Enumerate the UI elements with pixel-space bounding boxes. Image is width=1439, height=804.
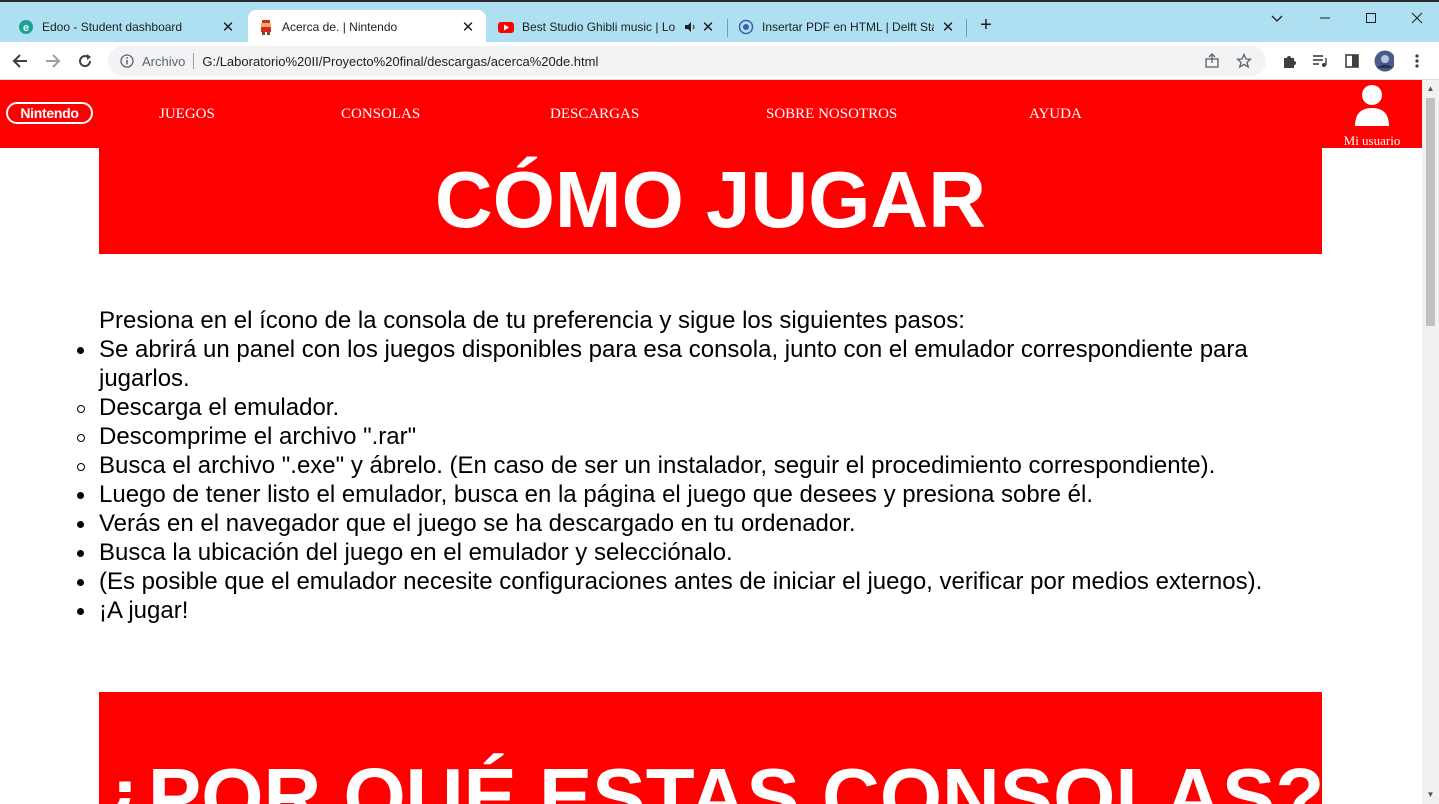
list-item: Descomprime el archivo ".rar"	[77, 422, 1322, 451]
list-item: ¡A jugar!	[77, 596, 1322, 625]
nav-link-consolas[interactable]: CONSOLAS	[341, 106, 420, 123]
edoo-icon: e	[18, 19, 34, 35]
youtube-icon	[498, 19, 514, 35]
nintendo-logo[interactable]: Nintendo	[6, 102, 93, 124]
tab-strip: e Edoo - Student dashboard ✕ Acerca de. …	[0, 0, 1439, 44]
profile-avatar[interactable]	[1374, 50, 1394, 72]
nav-link-ayuda[interactable]: AYUDA	[1029, 106, 1082, 123]
extensions-icon[interactable]	[1279, 51, 1299, 71]
close-icon[interactable]: ✕	[220, 19, 236, 36]
close-icon[interactable]: ✕	[940, 19, 956, 36]
how-to-play-banner: CÓMO JUGAR	[99, 148, 1322, 254]
site-navbar: Nintendo JUEGOS CONSOLAS DESCARGAS SOBRE…	[0, 80, 1422, 148]
list-item: Luego de tener listo el emulador, busca …	[77, 480, 1322, 509]
instructions: Presiona en el ícono de la consola de tu…	[77, 306, 1322, 625]
new-tab-button[interactable]: +	[974, 14, 998, 38]
tab-nintendo[interactable]: Acerca de. | Nintendo ✕	[248, 10, 486, 44]
steps-list: Se abrirá un panel con los juegos dispon…	[77, 335, 1322, 625]
tab-edoo[interactable]: e Edoo - Student dashboard ✕	[8, 10, 246, 44]
close-icon[interactable]: ✕	[460, 19, 476, 36]
tab-title: Insertar PDF en HTML | Delft Stac	[762, 20, 934, 34]
browser-toolbar: Archivo G:/Laboratorio%20II/Proyecto%20f…	[0, 42, 1439, 80]
menu-icon[interactable]	[1407, 51, 1427, 71]
delft-icon	[738, 19, 754, 35]
close-icon[interactable]: ✕	[700, 19, 716, 36]
why-consoles-banner: ¿POR QUÉ ESTAS CONSOLAS?	[99, 692, 1322, 804]
tab-title: Acerca de. | Nintendo	[282, 20, 398, 34]
share-icon[interactable]	[1202, 51, 1222, 71]
tab-title: Best Studio Ghibli music | Lo	[522, 20, 676, 34]
forward-button[interactable]	[42, 50, 64, 72]
tab-search-icon[interactable]	[1262, 8, 1292, 28]
address-bar[interactable]: Archivo G:/Laboratorio%20II/Proyecto%20f…	[108, 46, 1266, 76]
file-label: Archivo	[142, 53, 186, 69]
list-item: Verás en el navegador que el juego se ha…	[77, 509, 1322, 538]
nav-link-juegos[interactable]: JUEGOS	[159, 106, 215, 123]
list-item: Descarga el emulador.	[77, 393, 1322, 422]
user-label: Mi usuario	[1343, 133, 1401, 148]
reload-button[interactable]	[74, 50, 96, 72]
url-text[interactable]: G:/Laboratorio%20II/Proyecto%20final/des…	[202, 54, 1202, 69]
side-panel-icon[interactable]	[1342, 51, 1362, 71]
intro-text: Presiona en el ícono de la consola de tu…	[99, 307, 965, 334]
page-scrollbar[interactable]: ▲ ▼	[1422, 80, 1439, 804]
page-viewport: Nintendo JUEGOS CONSOLAS DESCARGAS SOBRE…	[0, 80, 1422, 804]
tab-youtube[interactable]: Best Studio Ghibli music | Lo ✕	[488, 10, 726, 44]
close-window-button[interactable]	[1402, 8, 1432, 28]
list-item: (Es posible que el emulador necesite con…	[77, 567, 1322, 596]
speaker-icon[interactable]	[684, 19, 696, 35]
list-item: Busca el archivo ".exe" y ábrelo. (En ca…	[77, 451, 1322, 480]
user-menu[interactable]: Mi usuario	[1338, 84, 1406, 149]
mario-icon	[258, 19, 274, 35]
maximize-button[interactable]	[1356, 8, 1386, 28]
tab-delft[interactable]: Insertar PDF en HTML | Delft Stac ✕	[728, 10, 966, 44]
tab-title: Edoo - Student dashboard	[42, 20, 183, 34]
svg-text:e: e	[23, 22, 29, 34]
minimize-button[interactable]	[1310, 8, 1340, 28]
nav-link-descargas[interactable]: DESCARGAS	[550, 106, 639, 123]
back-button[interactable]	[9, 50, 31, 72]
star-icon[interactable]	[1234, 51, 1254, 71]
scroll-down-arrow[interactable]: ▼	[1426, 790, 1435, 800]
media-control-icon[interactable]	[1310, 51, 1330, 71]
info-icon[interactable]	[120, 54, 134, 68]
nav-link-sobre-nosotros[interactable]: SOBRE NOSOTROS	[766, 106, 897, 123]
user-icon	[1354, 85, 1390, 130]
list-item: Se abrirá un panel con los juegos dispon…	[77, 335, 1322, 393]
scroll-up-arrow[interactable]: ▲	[1426, 84, 1435, 94]
scroll-thumb[interactable]	[1426, 98, 1435, 326]
list-item: Busca la ubicación del juego en el emula…	[77, 538, 1322, 567]
